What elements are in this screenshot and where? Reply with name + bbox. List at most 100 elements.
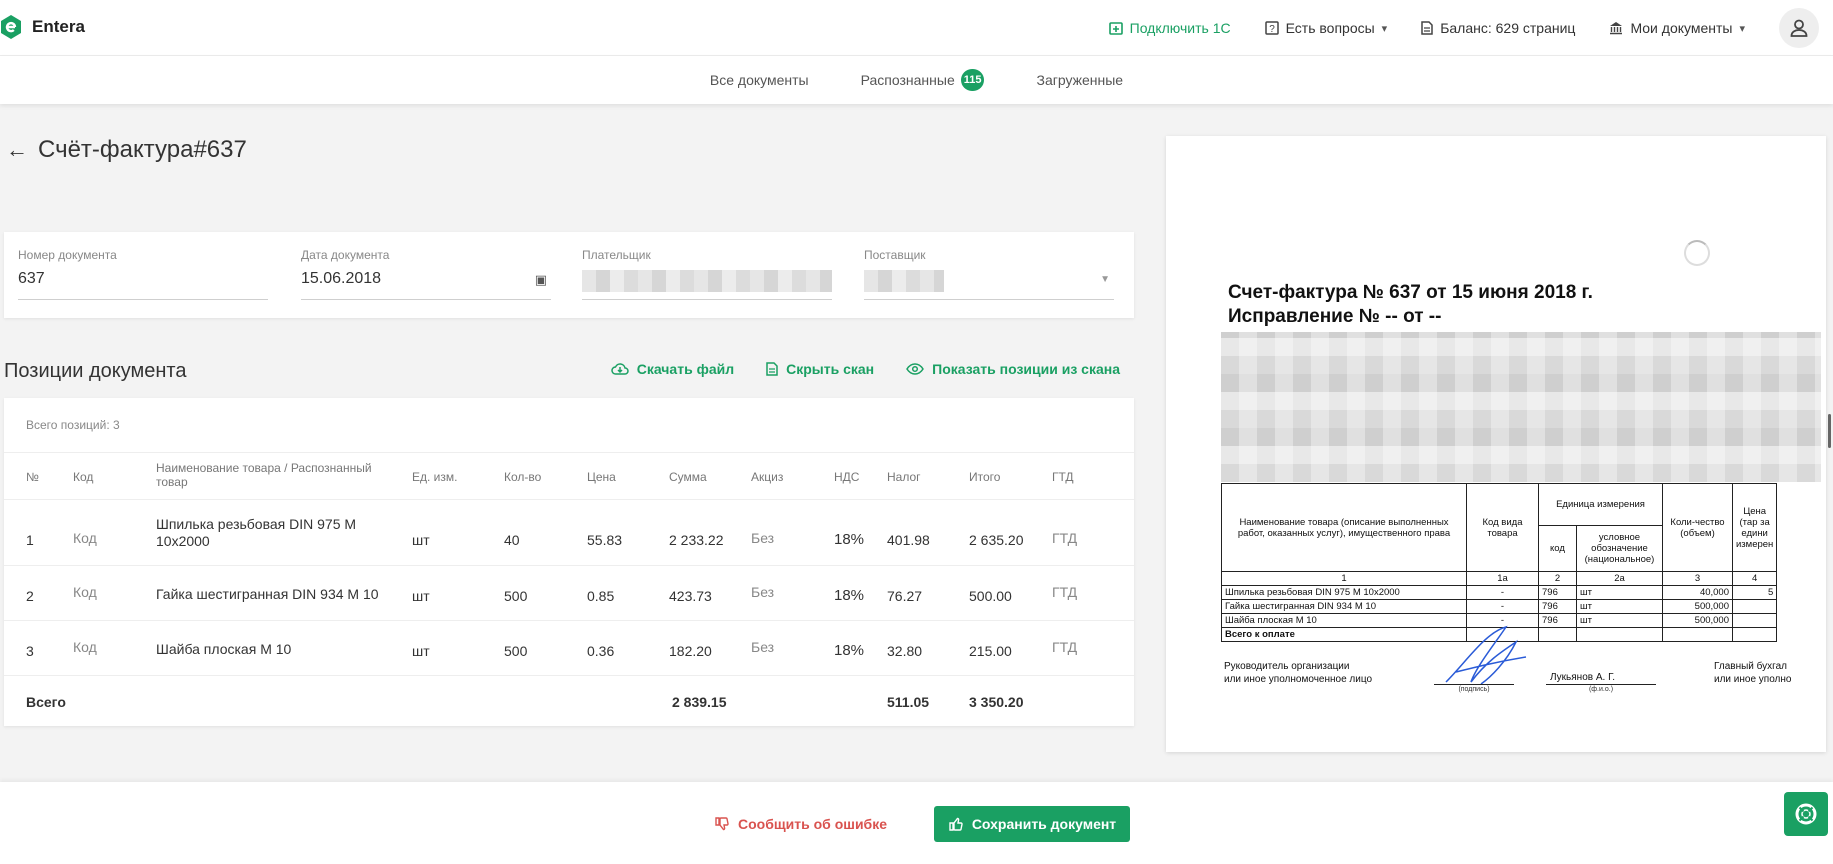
row-total[interactable]: 500.00 (969, 588, 1012, 604)
show-scan-positions-button[interactable]: Показать позиции из скана (906, 361, 1120, 377)
questions-menu[interactable]: ? Есть вопросы ▾ (1264, 20, 1388, 36)
row-name[interactable]: Гайка шестигранная DIN 934 М 10 (156, 586, 386, 602)
logo[interactable]: Entera (0, 14, 85, 40)
document-icon (766, 362, 778, 376)
row-sum[interactable]: 2 233.22 (669, 532, 724, 548)
summary-tax: 511.05 (887, 694, 930, 710)
column-header: Сумма (669, 470, 707, 484)
payer-field: Плательщик (582, 248, 832, 300)
scan-row-name: Шайба плоская М 10 (1221, 613, 1467, 628)
row-sum[interactable]: 423.73 (669, 588, 712, 604)
user-avatar[interactable] (1779, 8, 1819, 48)
table-row[interactable]: 2 Код Гайка шестигранная DIN 934 М 10 шт… (4, 566, 1134, 621)
row-name[interactable]: Шпилька резьбовая DIN 975 М 10х2000 (156, 516, 386, 550)
row-qty[interactable]: 500 (504, 588, 527, 604)
svg-text:?: ? (1269, 24, 1275, 35)
tab-all-documents[interactable]: Все документы (710, 72, 809, 88)
scan-col-name: Наименование товара (описание выполненны… (1221, 483, 1467, 572)
row-tax[interactable]: 401.98 (887, 532, 930, 548)
balance-label: Баланс: 629 страниц (1440, 20, 1576, 36)
row-code[interactable]: Код (73, 530, 97, 546)
download-file-button[interactable]: Скачать файл (611, 361, 734, 377)
report-error-button[interactable]: Сообщить об ошибке (714, 816, 887, 832)
row-code[interactable]: Код (73, 639, 97, 655)
help-button[interactable] (1784, 792, 1828, 836)
document-number-label: Номер документа (18, 248, 117, 262)
scan-col-price: Цена (тар за едини измерен (1731, 483, 1778, 572)
row-price[interactable]: 55.83 (587, 532, 622, 548)
row-name[interactable]: Шайба плоская М 10 (156, 641, 386, 657)
report-error-label: Сообщить об ошибке (738, 816, 887, 832)
hide-scan-button[interactable]: Скрыть скан (766, 361, 874, 377)
top-nav: Подключить 1С ? Есть вопросы ▾ Баланс: 6… (1075, 0, 1833, 56)
document-date-input[interactable]: 15.06.2018 ▣ (301, 270, 551, 300)
row-sum[interactable]: 182.20 (669, 643, 712, 659)
scrollbar-handle[interactable] (1828, 414, 1831, 448)
row-excise[interactable]: Без (751, 530, 774, 546)
scan-head-org: Руководитель организации или иное уполно… (1224, 660, 1372, 686)
hide-scan-label: Скрыть скан (786, 361, 875, 377)
row-tax[interactable]: 76.27 (887, 588, 922, 604)
table-row[interactable]: 1 Код Шпилька резьбовая DIN 975 М 10х200… (4, 500, 1134, 566)
row-unit[interactable]: шт (412, 532, 430, 548)
chevron-down-icon: ▼ (1100, 274, 1110, 285)
tab-recognized[interactable]: Распознанные 115 (861, 69, 985, 91)
row-vat[interactable]: 18% (834, 587, 864, 604)
row-gtd[interactable]: ГТД (1052, 639, 1077, 655)
scan-signer-name: Лукьянов А. Г. (1550, 672, 1616, 683)
scan-col-num: 4 (1731, 571, 1778, 586)
tab-uploaded[interactable]: Загруженные (1036, 72, 1123, 88)
row-excise[interactable]: Без (751, 639, 774, 655)
thumbs-up-icon (949, 817, 963, 831)
calendar-icon[interactable]: ▣ (535, 272, 547, 288)
table-row[interactable]: 3 Код Шайба плоская М 10 шт 500 0.36 182… (4, 621, 1134, 676)
my-documents-label: Мои документы (1630, 20, 1733, 36)
chevron-down-icon: ▾ (1381, 22, 1388, 35)
brand-name: Entera (32, 17, 85, 36)
column-header: Акциз (751, 470, 784, 484)
row-gtd[interactable]: ГТД (1052, 530, 1077, 546)
row-qty[interactable]: 500 (504, 643, 527, 659)
payer-input[interactable] (582, 270, 832, 300)
show-scan-positions-label: Показать позиции из скана (932, 361, 1120, 377)
scan-preview[interactable]: Счет-фактура № 637 от 15 июня 2018 г. Ис… (1166, 136, 1826, 752)
row-unit[interactable]: шт (412, 588, 430, 604)
scan-row-qty: 40,000 (1662, 585, 1733, 600)
question-icon: ? (1264, 21, 1279, 35)
balance-link[interactable]: Баланс: 629 страниц (1421, 20, 1575, 36)
save-document-button[interactable]: Сохранить документ (934, 806, 1130, 842)
scan-row-okei: 796 (1538, 585, 1577, 600)
scan-row-okei: 796 (1538, 613, 1577, 628)
row-price[interactable]: 0.85 (587, 588, 614, 604)
row-gtd[interactable]: ГТД (1052, 584, 1077, 600)
row-qty[interactable]: 40 (504, 532, 520, 548)
scan-col-unit-code: код (1538, 525, 1577, 572)
back-arrow-icon[interactable]: ← (6, 137, 28, 163)
column-header: ГТД (1052, 470, 1074, 484)
row-vat[interactable]: 18% (834, 531, 864, 548)
document-number-input[interactable]: 637 (18, 270, 268, 300)
calendar-plus-icon (1108, 22, 1123, 35)
supplier-label: Поставщик (864, 248, 926, 262)
row-unit[interactable]: шт (412, 643, 430, 659)
positions-actions: Скачать файл Скрыть скан Показать позици… (611, 361, 1120, 377)
scan-col-qty: Коли-чество (объем) (1662, 483, 1733, 572)
my-documents-menu[interactable]: Мои документы ▾ (1609, 20, 1745, 36)
scan-col-num: 2 (1538, 571, 1577, 586)
row-excise[interactable]: Без (751, 584, 774, 600)
row-price[interactable]: 0.36 (587, 643, 614, 659)
connect-1c-link[interactable]: Подключить 1С (1108, 20, 1231, 36)
scan-row-code: - (1466, 585, 1539, 600)
download-file-label: Скачать файл (636, 361, 735, 377)
column-header: Налог (887, 470, 921, 484)
loading-spinner-icon (1684, 240, 1710, 266)
supplier-field: Поставщик ▼ (864, 248, 1114, 300)
row-tax[interactable]: 32.80 (887, 643, 922, 659)
row-total[interactable]: 2 635.20 (969, 532, 1024, 548)
scan-fio-caption: (ф.и.о.) (1546, 684, 1656, 693)
eye-icon (906, 363, 925, 375)
row-total[interactable]: 215.00 (969, 643, 1012, 659)
row-vat[interactable]: 18% (834, 642, 864, 659)
row-code[interactable]: Код (73, 584, 97, 600)
supplier-select[interactable]: ▼ (864, 270, 1114, 300)
